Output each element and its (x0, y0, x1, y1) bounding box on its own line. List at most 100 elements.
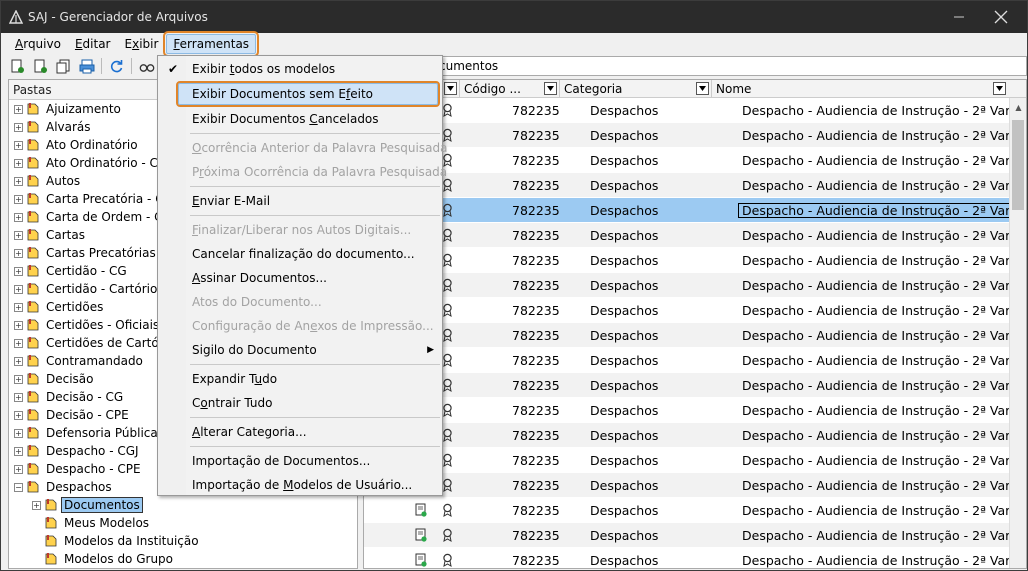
close-button[interactable] (981, 1, 1021, 33)
table-row[interactable]: 782235 Despachos Despacho - Audiencia de I… (364, 273, 1026, 298)
tree-item[interactable]: + Documentos (9, 496, 357, 514)
menu-item-importa-o-de-documentos[interactable]: Importação de Documentos... (158, 449, 442, 473)
table-row[interactable]: 782235 Despachos Despacho - Audiencia de I… (364, 548, 1026, 570)
menubar-item-arquivo[interactable]: Arquivo (9, 35, 67, 53)
new-model-icon[interactable] (32, 58, 49, 75)
grid-rows: 782235 Despachos Despacho - Audiencia de I… (364, 98, 1026, 570)
menubar-item-editar[interactable]: Editar (69, 35, 117, 53)
menu-item-finalizar-liberar-nos-autos-digitais[interactable]: Finalizar/Liberar nos Autos Digitais... (158, 218, 442, 242)
tree-item[interactable]: Modelos do Grupo (9, 550, 357, 568)
expand-icon[interactable]: + (14, 230, 23, 240)
table-row[interactable]: 782235 Despachos Despacho - Audiencia de I… (364, 323, 1026, 348)
table-row[interactable]: 782235 Despachos Despacho - Audiencia de I… (364, 123, 1026, 148)
expand-icon[interactable]: + (14, 428, 23, 438)
refresh-icon[interactable] (108, 58, 125, 75)
table-row[interactable]: 782235 Despachos Despacho - Audiencia de I… (364, 148, 1026, 173)
menu-item-exibir-documentos-cancelados[interactable]: Exibir Documentos Cancelados (158, 107, 442, 131)
cell-code: 782235 (512, 327, 560, 343)
column-header-category[interactable]: Categoria (560, 80, 712, 98)
table-row[interactable]: 782235 Despachos Despacho - Audiencia de I… (364, 173, 1026, 198)
tree-item-label: Alvarás (46, 120, 91, 134)
table-row[interactable]: 782235 Despachos Despacho - Audiencia de I… (364, 473, 1026, 498)
expand-icon[interactable]: + (14, 320, 23, 330)
cell-code: 782235 (512, 427, 560, 443)
expand-icon[interactable]: + (14, 194, 23, 204)
expand-icon[interactable]: + (14, 302, 23, 312)
new-document-icon[interactable] (9, 58, 26, 75)
table-row[interactable]: 782235 Despachos Despacho - Audiencia de I… (364, 448, 1026, 473)
menu-item-sigilo-do-documento[interactable]: Sigilo do Documento ▶ (158, 338, 442, 362)
tree-item[interactable]: Meus Modelos (9, 514, 357, 532)
path-field[interactable]: cumentos (363, 56, 1027, 76)
expand-icon[interactable]: + (32, 500, 41, 510)
column-header-code[interactable]: Código ... (460, 80, 560, 98)
expand-icon[interactable]: + (14, 158, 23, 168)
expand-icon[interactable]: + (14, 464, 23, 474)
table-row[interactable]: 782235 Despachos Despacho - Audiencia de I… (364, 223, 1026, 248)
cell-name: Despacho - Audiencia de Instrução - 2ª V… (742, 177, 1026, 193)
collapse-icon[interactable]: − (14, 482, 23, 492)
table-row[interactable]: 782235 Despachos Despacho - Audiencia de I… (364, 423, 1026, 448)
title-bar[interactable]: SAJ - Gerenciador de Arquivos (1, 1, 1027, 33)
binoculars-icon[interactable] (138, 58, 155, 75)
expand-icon[interactable]: + (14, 248, 23, 258)
menu-item-alterar-categoria[interactable]: Alterar Categoria... (158, 420, 442, 444)
table-row[interactable]: 782235 Despachos Despacho - Audiencia de I… (364, 198, 1026, 223)
table-row[interactable]: 782235 Despachos Despacho - Audiencia de I… (364, 398, 1026, 423)
column-filter-dropdown[interactable] (993, 82, 1006, 95)
cell-category: Despachos (590, 352, 659, 368)
menu-item-configura-o-de-anexos-de-impress-o[interactable]: Configuração de Anexos de Impressão... (158, 314, 442, 338)
menu-item-pr-xima-ocorr-ncia-da-palavra-pesquisada[interactable]: Próxima Ocorrência da Palavra Pesquisada (158, 160, 447, 184)
folder-icon (45, 499, 57, 511)
table-row[interactable]: 782235 Despachos Despacho - Audiencia de I… (364, 298, 1026, 323)
tree-item-label: Defensoria Pública (46, 426, 158, 440)
table-row[interactable]: 782235 Despachos Despacho - Audiencia de I… (364, 373, 1026, 398)
expand-icon[interactable]: + (14, 104, 23, 114)
expand-icon[interactable]: + (14, 392, 23, 402)
expand-icon[interactable]: + (14, 374, 23, 384)
column-header-name[interactable]: Nome / (712, 80, 1026, 98)
cell-name: Despacho - Audiencia de Instrução - 2ª V… (742, 327, 1026, 343)
menu-item-enviar-e-mail[interactable]: Enviar E-Mail (158, 189, 442, 213)
expand-icon[interactable]: + (14, 338, 23, 348)
expand-icon[interactable]: + (14, 446, 23, 456)
menu-item-expandir-tudo[interactable]: Expandir Tudo (158, 367, 442, 391)
expand-icon[interactable]: + (14, 284, 23, 294)
vertical-scrollbar[interactable]: ▲ (1009, 98, 1026, 568)
menu-item-text-rest: do (262, 372, 278, 386)
menu-item-importa-o-de-modelos-de-usu-rio[interactable]: Importação de Modelos de Usuário... (158, 473, 442, 497)
copy-document-icon[interactable] (55, 58, 72, 75)
menubar-item-exibir[interactable]: Exibir (119, 35, 165, 53)
expand-icon[interactable]: + (14, 122, 23, 132)
cell-category: Despachos (590, 177, 659, 193)
expand-icon[interactable]: + (14, 266, 23, 276)
tree-item-label: Modelos da Instituição (64, 534, 199, 548)
menu-item-assinar-documentos[interactable]: Assinar Documentos... (158, 266, 442, 290)
expand-icon[interactable]: + (14, 176, 23, 186)
menu-item-atos-do-documento[interactable]: Atos do Documento... (158, 290, 442, 314)
table-row[interactable]: 782235 Despachos Despacho - Audiencia de I… (364, 348, 1026, 373)
menu-item-cancelar-finaliza-o-do-documento[interactable]: Cancelar finalização do documento... (158, 242, 442, 266)
menubar-item-ferramentas[interactable]: Ferramentas (163, 31, 260, 57)
tree-item[interactable]: Modelos da Instituição (9, 532, 357, 550)
expand-icon[interactable]: + (14, 410, 23, 420)
folder-icon (27, 391, 39, 403)
menu-item-exibir-documentos-sem-efeito[interactable]: Exibir Documentos sem Efeito (176, 81, 440, 107)
expand-icon[interactable]: + (14, 212, 23, 222)
table-row[interactable]: 782235 Despachos Despacho - Audiencia de I… (364, 98, 1026, 123)
table-row[interactable]: 782235 Despachos Despacho - Audiencia de I… (364, 248, 1026, 273)
menu-item-ocorr-ncia-anterior-da-palavra-pesquisada[interactable]: Ocorrência Anterior da Palavra Pesquisad… (158, 136, 447, 160)
scrollbar-thumb[interactable] (1012, 120, 1024, 210)
menu-item-contrair-tudo[interactable]: Contrair Tudo (158, 391, 442, 415)
minimize-button[interactable] (939, 1, 979, 33)
column-filter-dropdown[interactable] (544, 82, 557, 95)
expand-icon[interactable]: + (14, 140, 23, 150)
menu-item-exibir-todos-os-modelos[interactable]: ✔ Exibir todos os modelos (158, 57, 442, 81)
scroll-up-icon[interactable]: ▲ (1010, 98, 1027, 116)
expand-icon[interactable]: + (14, 356, 23, 366)
table-row[interactable]: 782235 Despachos Despacho - Audiencia de I… (364, 498, 1026, 523)
table-row[interactable]: 782235 Despachos Despacho - Audiencia de I… (364, 523, 1026, 548)
print-icon[interactable] (78, 58, 95, 75)
column-filter-dropdown[interactable] (696, 82, 709, 95)
column-filter-dropdown[interactable] (444, 82, 457, 95)
